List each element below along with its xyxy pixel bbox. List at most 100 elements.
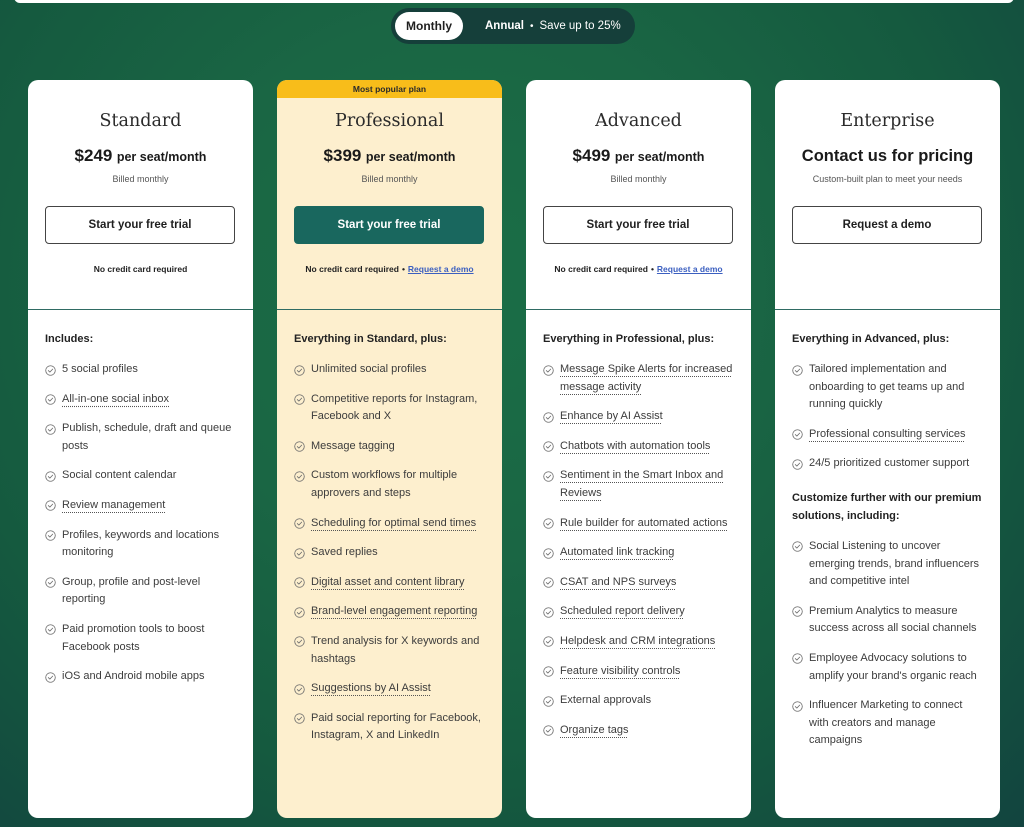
plan-card-enterprise: Enterprise Contact us for pricing Custom… [775, 80, 1000, 818]
feature-list: Message Spike Alerts for increased messa… [543, 361, 734, 739]
check-circle-icon [45, 530, 56, 541]
request-demo-link[interactable]: Request a demo [408, 264, 474, 274]
toggle-monthly-option[interactable]: Monthly [395, 12, 463, 40]
plan-features: Includes: 5 social profiles All-in-one so… [28, 310, 253, 686]
start-free-trial-button[interactable]: Start your free trial [294, 206, 484, 244]
feature-item[interactable]: Professional consulting services [792, 426, 983, 444]
feature-item[interactable]: Review management [45, 497, 236, 515]
request-demo-link[interactable]: Request a demo [657, 264, 723, 274]
feature-text: Group, profile and post-level reporting [62, 575, 201, 606]
feature-text: Unlimited social profiles [311, 363, 427, 375]
check-circle-icon [294, 518, 305, 529]
feature-item[interactable]: Scheduling for optimal send times [294, 515, 485, 533]
feature-tooltip-text[interactable]: All-in-one social inbox [62, 391, 169, 409]
start-free-trial-button[interactable]: Start your free trial [45, 206, 235, 244]
premium-solutions-title: Customize further with our premium solut… [792, 491, 982, 522]
feature-item[interactable]: Scheduled report delivery [543, 603, 734, 621]
feature-tooltip-text[interactable]: Enhance by AI Assist [560, 408, 663, 426]
feature-text: Trend analysis for X keywords and hashta… [311, 634, 480, 665]
check-circle-icon [294, 547, 305, 559]
features-title: Everything in Advanced, plus: [792, 333, 950, 345]
check-circle-icon [792, 459, 803, 470]
feature-tooltip-text[interactable]: Rule builder for automated actions [560, 515, 728, 533]
feature-item: Custom workflows for multiple approvers … [294, 467, 485, 502]
feature-item[interactable]: Rule builder for automated actions [543, 515, 734, 533]
no-credit-card-note: No credit card required • Request a demo [526, 264, 751, 274]
feature-tooltip-text[interactable]: Suggestions by AI Assist [311, 680, 431, 698]
check-circle-icon [543, 412, 554, 423]
feature-item[interactable]: Brand-level engagement reporting [294, 603, 485, 621]
feature-tooltip-text[interactable]: Helpdesk and CRM integrations [560, 633, 715, 651]
request-demo-button[interactable]: Request a demo [792, 206, 982, 244]
check-circle-icon [45, 671, 56, 683]
check-circle-icon [294, 441, 305, 452]
check-circle-icon [543, 725, 554, 736]
feature-item: Social Listening to uncover emerging tre… [792, 538, 983, 591]
check-circle-icon [792, 606, 803, 617]
feature-item: Unlimited social profiles [294, 361, 485, 379]
feature-tooltip-text[interactable]: Organize tags [560, 722, 628, 740]
feature-text: Custom workflows for multiple approvers … [311, 469, 458, 499]
top-panel-edge [14, 0, 1014, 3]
plan-name: Professional [335, 111, 444, 131]
check-circle-icon [543, 471, 554, 482]
feature-item[interactable]: Message Spike Alerts for increased messa… [543, 361, 734, 396]
price-amount: $249 [74, 146, 113, 165]
feature-text: Publish, schedule, draft and queue posts [62, 422, 232, 452]
check-circle-icon [792, 541, 803, 553]
feature-text: Influencer Marketing to connect with cre… [809, 699, 963, 747]
feature-item[interactable]: Sentiment in the Smart Inbox and Reviews [543, 467, 734, 502]
feature-item[interactable]: Suggestions by AI Assist [294, 680, 485, 698]
separator-dot: • [529, 20, 534, 32]
toggle-annual-option[interactable]: Annual • Save up to 25% [485, 20, 621, 32]
start-free-trial-button[interactable]: Start your free trial [543, 206, 733, 244]
plan-features: Everything in Advanced, plus: Tailored i… [775, 310, 1000, 750]
feature-item[interactable]: Helpdesk and CRM integrations [543, 633, 734, 651]
feature-item[interactable]: CSAT and NPS surveys [543, 574, 734, 592]
check-circle-icon [45, 577, 56, 588]
feature-tooltip-text[interactable]: Scheduled report delivery [560, 603, 685, 621]
check-circle-icon [294, 713, 305, 724]
feature-tooltip-text[interactable]: CSAT and NPS surveys [560, 574, 676, 592]
feature-text: Paid promotion tools to boost Facebook p… [62, 622, 205, 653]
feature-tooltip-text[interactable]: Chatbots with automation tools [560, 438, 710, 456]
billing-note: Billed monthly [610, 174, 667, 184]
feature-text: Paid social reporting for Facebook, Inst… [311, 711, 481, 742]
billing-note: Billed monthly [361, 174, 418, 184]
feature-text: External approvals [560, 694, 652, 707]
billing-note: Billed monthly [112, 174, 169, 184]
feature-tooltip-text[interactable]: Digital asset and content library [311, 574, 464, 592]
feature-tooltip-text[interactable]: Feature visibility controls [560, 663, 680, 681]
check-circle-icon [543, 666, 554, 677]
feature-item: Tailored implementation and onboarding t… [792, 361, 983, 414]
feature-item[interactable]: All-in-one social inbox [45, 391, 236, 409]
feature-item[interactable]: Feature visibility controls [543, 663, 734, 681]
feature-tooltip-text[interactable]: Automated link tracking [560, 544, 674, 562]
feature-tooltip-text[interactable]: Message Spike Alerts for increased messa… [560, 361, 734, 396]
feature-item: Influencer Marketing to connect with cre… [792, 697, 983, 750]
annual-label: Annual [485, 20, 524, 32]
feature-tooltip-text[interactable]: Review management [62, 497, 165, 515]
no-credit-card-note: No credit card required [93, 264, 188, 274]
check-circle-icon [45, 500, 56, 512]
check-circle-icon [294, 577, 305, 588]
feature-tooltip-text[interactable]: Scheduling for optimal send times [311, 515, 476, 533]
price-unit: per seat/month [365, 150, 456, 164]
feature-item[interactable]: Automated link tracking [543, 544, 734, 562]
price-amount: $499 [572, 146, 611, 165]
feature-item[interactable]: Digital asset and content library [294, 574, 485, 592]
feature-item[interactable]: Chatbots with automation tools [543, 438, 734, 456]
feature-tooltip-text[interactable]: Professional consulting services [809, 426, 966, 444]
check-circle-icon [543, 547, 554, 559]
feature-item[interactable]: Organize tags [543, 722, 734, 740]
plan-features: Everything in Professional, plus: Messag… [526, 310, 751, 739]
check-circle-icon [543, 441, 554, 452]
feature-tooltip-text[interactable]: Sentiment in the Smart Inbox and Reviews [560, 467, 734, 502]
feature-item[interactable]: Enhance by AI Assist [543, 408, 734, 426]
check-circle-icon [45, 364, 56, 376]
price-unit: per seat/month [614, 150, 705, 164]
billing-toggle[interactable]: Monthly Annual • Save up to 25% [391, 8, 635, 44]
feature-tooltip-text[interactable]: Brand-level engagement reporting [311, 603, 477, 621]
check-circle-icon [543, 364, 554, 376]
check-circle-icon [294, 364, 305, 376]
